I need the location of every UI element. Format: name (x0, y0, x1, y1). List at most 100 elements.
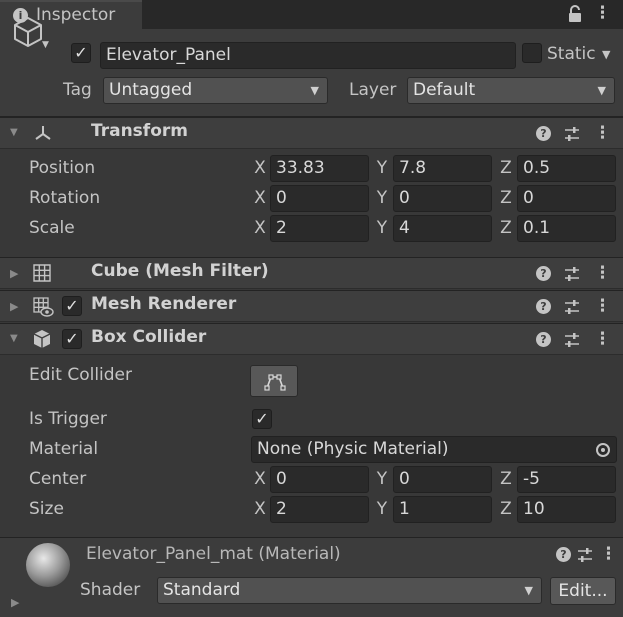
component-menu-kebab-icon[interactable]: ⋮ (594, 263, 611, 283)
object-name-field[interactable]: Elevator_Panel (100, 42, 516, 69)
center-y-label[interactable]: Y (375, 466, 389, 493)
material-preview-sphere (26, 543, 70, 587)
component-menu-kebab-icon[interactable]: ⋮ (594, 123, 611, 143)
size-x-label[interactable]: X (253, 496, 267, 523)
chevron-down-icon: ▼ (597, 84, 606, 97)
foldout-collapsed-icon[interactable]: ▶ (10, 267, 18, 280)
foldout-collapsed-icon[interactable]: ▶ (11, 596, 19, 609)
preset-icon[interactable] (564, 332, 580, 348)
center-z-field[interactable]: -5 (517, 466, 616, 493)
is-trigger-label: Is Trigger (29, 409, 107, 429)
scale-x-field[interactable]: 2 (270, 215, 369, 242)
scale-label: Scale (29, 218, 75, 238)
help-icon[interactable]: ? (536, 299, 551, 314)
mesh-filter-header[interactable]: ▶ Cube (Mesh Filter) ? ⋮ (0, 257, 623, 289)
chevron-down-icon: ▼ (310, 84, 319, 97)
component-menu-kebab-icon[interactable]: ⋮ (594, 296, 611, 316)
scale-y-label[interactable]: Y (375, 215, 389, 242)
rotation-y-label[interactable]: Y (375, 185, 389, 212)
box-collider-title: Box Collider (91, 327, 207, 347)
material-name: Elevator_Panel_mat (Material) (86, 544, 341, 564)
shader-dropdown[interactable]: Standard ▼ (157, 577, 542, 604)
chevron-down-icon: ▼ (524, 584, 533, 597)
rotation-z-field[interactable]: 0 (517, 185, 616, 212)
help-icon[interactable]: ? (536, 266, 551, 281)
tag-dropdown-value: Untagged (109, 80, 193, 100)
size-x-field[interactable]: 2 (270, 496, 369, 523)
tag-dropdown[interactable]: Untagged ▼ (103, 77, 328, 104)
layer-label: Layer (349, 80, 397, 100)
box-collider-icon (33, 330, 51, 348)
preset-icon[interactable] (577, 547, 593, 563)
box-collider-header[interactable]: ▼ ✓ Box Collider ? ⋮ (0, 323, 623, 355)
scale-z-label[interactable]: Z (499, 215, 513, 242)
position-y-label[interactable]: Y (375, 155, 389, 182)
size-label: Size (29, 499, 64, 519)
mesh-renderer-header[interactable]: ▶ ✓ Mesh Renderer ? ⋮ (0, 290, 623, 322)
gameobject-cube-icon[interactable] (10, 14, 46, 50)
inspector-tab-label: Inspector (36, 5, 116, 25)
center-x-label[interactable]: X (253, 466, 267, 493)
mesh-renderer-icon (33, 297, 54, 317)
window-menu-kebab-icon[interactable]: ⋮ (594, 3, 611, 23)
object-picker-icon[interactable] (596, 443, 610, 457)
physic-material-value: None (Physic Material) (257, 439, 449, 459)
center-z-label[interactable]: Z (499, 466, 513, 493)
position-y-field[interactable]: 7.8 (393, 155, 492, 182)
position-x-label[interactable]: X (253, 155, 267, 182)
static-dropdown-arrow-icon[interactable]: ▼ (602, 48, 610, 61)
foldout-collapsed-icon[interactable]: ▶ (10, 300, 18, 313)
size-y-field[interactable]: 1 (393, 496, 492, 523)
rotation-x-label[interactable]: X (253, 185, 267, 212)
scale-y-field[interactable]: 4 (393, 215, 492, 242)
size-z-label[interactable]: Z (499, 496, 513, 523)
static-label[interactable]: Static (547, 41, 596, 68)
is-trigger-checkbox[interactable]: ✓ (252, 409, 272, 429)
physic-material-field[interactable]: None (Physic Material) (251, 436, 617, 463)
shader-dropdown-value: Standard (163, 580, 241, 600)
help-icon[interactable]: ? (536, 332, 551, 347)
preset-icon[interactable] (564, 266, 580, 282)
help-icon[interactable]: ? (556, 547, 571, 562)
foldout-expanded-icon[interactable]: ▼ (10, 333, 18, 344)
center-y-field[interactable]: 0 (393, 466, 492, 493)
mesh-renderer-title: Mesh Renderer (91, 294, 237, 314)
lock-icon[interactable] (568, 5, 582, 23)
rotation-label: Rotation (29, 188, 101, 208)
size-z-field[interactable]: 10 (517, 496, 616, 523)
material-menu-kebab-icon[interactable]: ⋮ (600, 544, 617, 564)
scale-z-field[interactable]: 0.1 (517, 215, 616, 242)
preset-icon[interactable] (564, 126, 580, 142)
layer-dropdown[interactable]: Default ▼ (407, 77, 615, 104)
checkmark-icon: ✓ (255, 409, 269, 428)
center-x-field[interactable]: 0 (270, 466, 369, 493)
scale-x-label[interactable]: X (253, 215, 267, 242)
center-label: Center (29, 469, 87, 489)
foldout-expanded-icon[interactable]: ▼ (10, 127, 18, 138)
rotation-z-label[interactable]: Z (499, 185, 513, 212)
material-label: Material (29, 439, 99, 459)
mesh-renderer-enabled-checkbox[interactable]: ✓ (62, 296, 82, 316)
static-checkbox[interactable] (522, 43, 542, 63)
size-y-label[interactable]: Y (375, 496, 389, 523)
position-x-field[interactable]: 33.83 (270, 155, 369, 182)
active-checkbox[interactable]: ✓ (71, 43, 91, 63)
edit-collider-label: Edit Collider (29, 365, 133, 385)
help-icon[interactable]: ? (536, 126, 551, 141)
position-label: Position (29, 158, 96, 178)
edit-collider-button[interactable] (250, 365, 298, 397)
shader-label: Shader (80, 580, 141, 600)
icon-dropdown-arrow-icon[interactable]: ▼ (42, 40, 49, 50)
component-menu-kebab-icon[interactable]: ⋮ (594, 329, 611, 349)
tag-label: Tag (63, 80, 92, 100)
transform-header[interactable]: ▼ Transform ? ⋮ (0, 117, 623, 149)
layer-dropdown-value: Default (413, 80, 476, 100)
position-z-label[interactable]: Z (499, 155, 513, 182)
box-collider-enabled-checkbox[interactable]: ✓ (62, 329, 82, 349)
mesh-filter-grid-icon (33, 264, 51, 282)
position-z-field[interactable]: 0.5 (517, 155, 616, 182)
rotation-y-field[interactable]: 0 (393, 185, 492, 212)
edit-shader-button[interactable]: Edit... (550, 577, 616, 605)
preset-icon[interactable] (564, 299, 580, 315)
rotation-x-field[interactable]: 0 (270, 185, 369, 212)
